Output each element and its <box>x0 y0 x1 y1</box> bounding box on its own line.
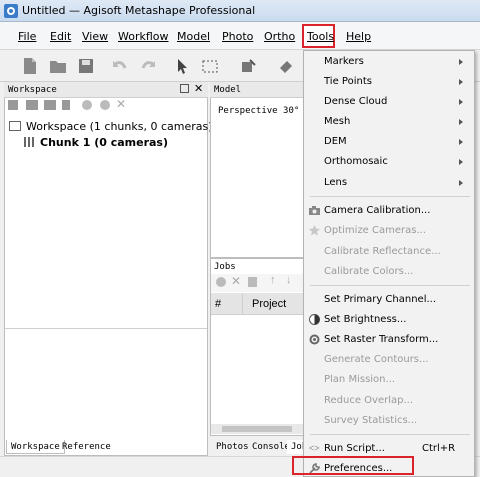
column-divider <box>242 293 243 315</box>
menu-separator <box>310 285 470 286</box>
menu-item-generate-contours: Generate Contours... <box>324 354 429 365</box>
new-document-icon[interactable] <box>20 56 40 76</box>
float-panel-icon[interactable] <box>180 84 189 93</box>
submenu-arrow-icon <box>459 99 463 105</box>
tab-workspace[interactable]: Workspace <box>6 440 65 454</box>
delete-icon[interactable]: ✕ <box>116 97 126 111</box>
menu-item-set-brightness[interactable]: Set Brightness... <box>324 314 406 325</box>
menu-model[interactable]: Model <box>177 30 210 43</box>
tab-jobs[interactable]: Job <box>287 440 303 454</box>
cancel-job-icon[interactable]: ✕ <box>231 274 241 288</box>
jobs-col-number[interactable]: # <box>215 298 221 310</box>
tab-reference[interactable]: Reference <box>58 440 115 454</box>
menu-item-camera-calibration[interactable]: Camera Calibration... <box>324 205 430 216</box>
workspace-tree-icon <box>9 121 21 131</box>
menu-separator <box>310 434 470 435</box>
workspace-root-item[interactable]: Workspace (1 chunks, 0 cameras) <box>26 120 213 133</box>
run-script-shortcut: Ctrl+R <box>422 443 456 454</box>
chunk-item[interactable]: Chunk 1 (0 cameras) <box>40 136 168 149</box>
pointer-icon[interactable] <box>172 56 192 76</box>
jobs-scrollbar-thumb[interactable] <box>222 426 292 432</box>
submenu-arrow-icon <box>459 180 463 186</box>
menu-item-plan-mission: Plan Mission... <box>324 374 396 385</box>
enable-icon[interactable] <box>82 100 92 110</box>
menu-item-optimize-cameras: Optimize Cameras... <box>324 225 427 236</box>
add-photos-icon[interactable] <box>26 100 38 110</box>
menu-item-reduce-overlap: Reduce Overlap... <box>324 395 414 406</box>
add-folder-icon[interactable] <box>44 100 56 110</box>
jobs-col-project[interactable]: Project <box>252 298 286 310</box>
save-icon[interactable] <box>76 56 96 76</box>
menu-item-mesh[interactable]: Mesh <box>324 116 350 127</box>
menu-item-dense-cloud[interactable]: Dense Cloud <box>324 96 387 107</box>
menu-item-set-primary-channel[interactable]: Set Primary Channel... <box>324 294 436 305</box>
disable-icon[interactable] <box>100 100 110 110</box>
menu-item-tie-points[interactable]: Tie Points <box>324 76 372 87</box>
redo-icon[interactable] <box>138 56 158 76</box>
window-title: Untitled — Agisoft Metashape Professiona… <box>22 4 256 17</box>
move-tool-icon[interactable] <box>238 56 258 76</box>
submenu-arrow-icon <box>459 79 463 85</box>
menu-item-survey-statistics: Survey Statistics... <box>324 415 418 426</box>
submenu-arrow-icon <box>459 139 463 145</box>
move-up-icon[interactable]: ↑ <box>270 274 276 286</box>
eraser-icon[interactable] <box>276 56 296 76</box>
menu-item-orthomosaic[interactable]: Orthomosaic <box>324 156 388 167</box>
menu-photo[interactable]: Photo <box>222 30 253 43</box>
menu-help[interactable]: Help <box>346 30 371 43</box>
menu-item-set-raster-transform[interactable]: Set Raster Transform... <box>324 334 438 345</box>
remove-job-icon[interactable] <box>248 277 257 287</box>
menu-tools[interactable]: Tools <box>307 30 334 43</box>
workspace-title: Workspace <box>8 85 57 95</box>
tab-photos[interactable]: Photos <box>212 440 253 454</box>
remove-items-icon[interactable] <box>62 100 70 110</box>
rectangle-select-icon[interactable] <box>200 56 220 76</box>
add-chunk-icon[interactable] <box>8 100 18 110</box>
menu-workflow[interactable]: Workflow <box>118 30 169 43</box>
undo-icon[interactable] <box>110 56 130 76</box>
projection-label: Perspective 30° <box>218 106 300 116</box>
chunk-icon <box>24 137 35 147</box>
transform-icon <box>309 334 320 345</box>
menu-edit[interactable]: Edit <box>50 30 71 43</box>
jobs-title: Jobs <box>214 262 236 272</box>
menu-item-run-script[interactable]: Run Script... <box>324 443 385 454</box>
model-title: Model <box>214 85 242 95</box>
menu-item-markers[interactable]: Markers <box>324 56 364 67</box>
menu-item-calibrate-reflectance: Calibrate Reflectance... <box>324 246 441 257</box>
star-icon <box>309 225 320 236</box>
menu-item-lens[interactable]: Lens <box>324 177 347 188</box>
tools-dropdown-menu: Markers Tie Points Dense Cloud Mesh DEM … <box>303 50 475 477</box>
panel-divider <box>5 328 207 329</box>
close-panel-icon[interactable]: ✕ <box>194 82 203 95</box>
menu-file[interactable]: File <box>18 30 36 43</box>
preferences-highlight <box>292 456 414 475</box>
menu-item-calibrate-colors: Calibrate Colors... <box>324 266 414 277</box>
brightness-icon <box>309 314 320 325</box>
start-job-icon[interactable] <box>216 277 226 287</box>
menu-view[interactable]: View <box>82 30 108 43</box>
move-down-icon[interactable]: ↓ <box>286 274 292 286</box>
script-icon: <> <box>309 443 320 453</box>
submenu-arrow-icon <box>459 159 463 165</box>
camera-icon <box>309 206 320 215</box>
submenu-arrow-icon <box>459 59 463 65</box>
menu-ortho[interactable]: Ortho <box>264 30 295 43</box>
menu-separator <box>310 196 470 197</box>
submenu-arrow-icon <box>459 119 463 125</box>
open-folder-icon[interactable] <box>48 56 68 76</box>
app-logo-icon <box>4 4 18 18</box>
menu-item-dem[interactable]: DEM <box>324 136 347 147</box>
